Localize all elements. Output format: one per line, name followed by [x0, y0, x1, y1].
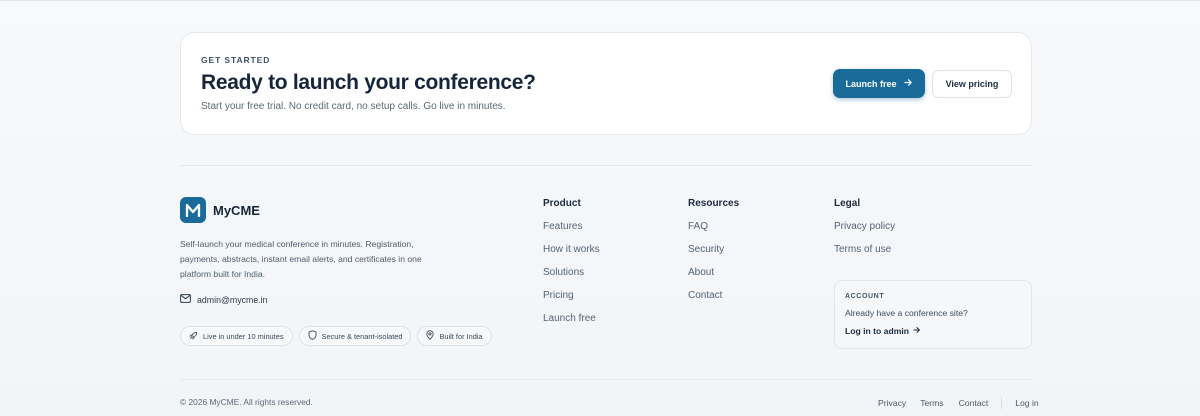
bottom-link-privacy[interactable]: Privacy [878, 398, 906, 408]
footer-link-solutions[interactable]: Solutions [543, 266, 600, 289]
footer-link-contact[interactable]: Contact [688, 289, 739, 312]
badge-secure: Secure & tenant-isolated [298, 326, 412, 346]
footer-link-terms-of-use[interactable]: Terms of use [834, 243, 895, 266]
contact-email[interactable]: admin@mycme.in [180, 294, 268, 305]
mycme-logo[interactable] [180, 197, 206, 223]
badge-live: Live in under 10 minutes [180, 326, 293, 346]
footer-link-about[interactable]: About [688, 266, 739, 289]
cta-subtitle: Start your free trial. No credit card, n… [201, 101, 506, 112]
link-separator [1001, 397, 1003, 409]
bottom-link-login[interactable]: Log in [1015, 398, 1038, 408]
footer-divider-bottom [180, 379, 1032, 380]
footer-link-how-it-works[interactable]: How it works [543, 243, 600, 266]
cta-card: GET STARTED Ready to launch your confere… [180, 32, 1032, 135]
bottom-links: Privacy Terms Contact Log in [878, 397, 1039, 409]
footer-link-faq[interactable]: FAQ [688, 220, 739, 243]
map-pin-icon [426, 330, 435, 342]
mail-icon [180, 294, 191, 305]
badge-label: Live in under 10 minutes [203, 331, 284, 341]
shield-icon [308, 330, 317, 342]
column-heading: Resources [688, 198, 740, 209]
launch-free-button[interactable]: Launch free [833, 69, 925, 98]
bottom-link-contact[interactable]: Contact [959, 398, 989, 408]
account-eyebrow: ACCOUNT [845, 293, 885, 300]
brand-name: MyCME [213, 203, 260, 218]
arrow-right-icon [913, 326, 921, 336]
column-heading: Product [543, 198, 581, 209]
footer-link-pricing[interactable]: Pricing [543, 289, 600, 312]
badge-list: Live in under 10 minutes Secure & tenant… [180, 326, 492, 346]
bottom-link-terms[interactable]: Terms [920, 398, 943, 408]
launch-free-label: Launch free [845, 78, 897, 89]
badge-label: Built for India [439, 331, 483, 341]
brand-description: Self-launch your medical conference in m… [180, 239, 422, 279]
badge-label: Secure & tenant-isolated [321, 331, 403, 341]
account-box: ACCOUNT Already have a conference site? … [834, 280, 1032, 349]
footer-link-features[interactable]: Features [543, 220, 600, 243]
footer-column-product: Product Features How it works Solutions … [543, 198, 600, 335]
account-text: Already have a conference site? [845, 308, 968, 318]
arrow-right-icon [903, 78, 913, 89]
footer-divider-top [180, 165, 1032, 166]
badge-india: Built for India [417, 326, 492, 346]
email-address: admin@mycme.in [197, 294, 268, 305]
rocket-icon [189, 331, 198, 342]
footer-link-privacy-policy[interactable]: Privacy policy [834, 220, 895, 243]
footer-link-security[interactable]: Security [688, 243, 739, 266]
footer-column-legal: Legal Privacy policy Terms of use [834, 198, 895, 266]
footer-link-launch-free[interactable]: Launch free [543, 312, 600, 335]
footer-column-resources: Resources FAQ Security About Contact [688, 198, 739, 312]
login-to-admin-link[interactable]: Log in to admin [845, 326, 921, 336]
login-to-admin-label: Log in to admin [845, 326, 909, 336]
copyright: © 2026 MyCME. All rights reserved. [180, 397, 313, 407]
cta-title: Ready to launch your conference? [201, 71, 536, 94]
top-border [0, 0, 1200, 1]
cta-eyebrow: GET STARTED [201, 55, 271, 65]
view-pricing-button[interactable]: View pricing [932, 70, 1012, 98]
column-heading: Legal [834, 198, 861, 209]
